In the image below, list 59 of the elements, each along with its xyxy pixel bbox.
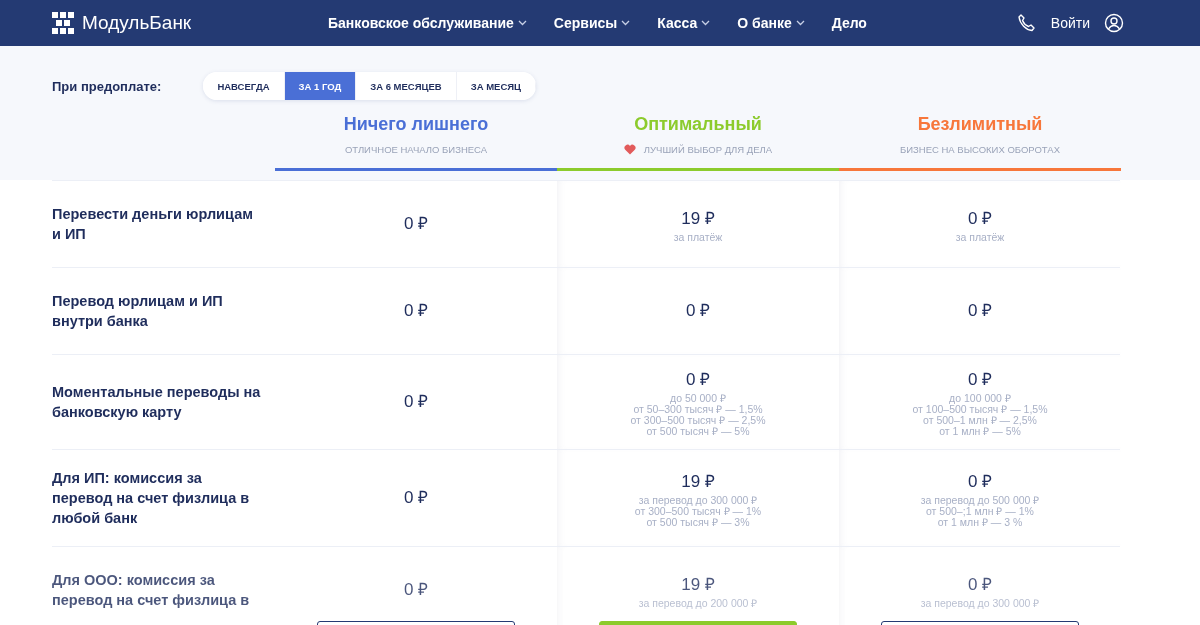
row-label: Для ООО: комиссия за перевод на счет физлица в <box>52 571 251 610</box>
plan-subtitle: БИЗНЕС НА ВЫСОКИХ ОБОРОТАХ <box>899 144 1060 155</box>
price: 19 ₽ <box>681 207 715 229</box>
price-note: до 50 000 ₽ <box>670 393 726 404</box>
prepay-label: При предоплате: <box>52 78 162 94</box>
nav-link[interactable]: Касса <box>657 15 711 31</box>
row-label: Перевести деньги юрлицам и ИП <box>52 205 254 244</box>
row-label: Для ИП: комиссия за перевод на счет физлица в любой банк <box>52 469 251 528</box>
price-note: за перевод до 300 000 ₽ <box>638 494 758 506</box>
user-icon[interactable] <box>1104 13 1124 33</box>
price-note: от 50–300 тысяч ₽ — 1,5% <box>633 404 763 415</box>
period-tab[interactable]: ЗА МЕСЯЦ <box>456 72 537 100</box>
price-note: от 500–;1 млн ₽ — 1% <box>926 505 1034 517</box>
nav-link[interactable]: Дело <box>831 15 867 31</box>
price: 0 ₽ <box>403 391 429 412</box>
price-note: за перевод до 300 000 ₽ <box>920 597 1040 609</box>
logo-icon <box>52 12 74 34</box>
price-note: за платёж <box>673 231 723 243</box>
price-note: от 500–1 млн ₽ — 2,5% <box>923 415 1037 426</box>
price-note: от 1 млн ₽ — 3 % <box>937 516 1023 528</box>
nav-link[interactable]: О банке <box>737 15 805 31</box>
price-note: до 100 000 ₽ <box>949 393 1011 404</box>
phone-icon[interactable] <box>1016 13 1037 33</box>
row-label: Перевод юрлицам и ИП внутри банка <box>52 292 224 331</box>
price-note: от 300–500 тысяч ₽ — 2,5% <box>630 415 766 426</box>
row-label: Моментальные переводы на банковскую карту <box>52 383 262 422</box>
price: 0 ₽ <box>685 300 711 321</box>
period-tab[interactable]: НАВСЕГДА <box>203 72 285 100</box>
price: 0 ₽ <box>403 487 429 508</box>
price-note: за платёж <box>955 231 1005 243</box>
nav-link[interactable]: Банковское обслуживание <box>328 15 527 31</box>
price-note: от 500 тысяч ₽ — 5% <box>646 426 750 437</box>
price: 0 ₽ <box>967 300 993 321</box>
plan-subtitle: ЛУЧШИЙ ВЫБОР ДЛЯ ДЕЛА <box>643 144 773 155</box>
plan-subtitle: ОТЛИЧНОЕ НАЧАЛО БИЗНЕСА <box>344 144 488 155</box>
price-note: от 100–500 тысяч ₽ — 1,5% <box>912 404 1048 415</box>
plan-name: Оптимальный <box>634 114 762 135</box>
logo-text[interactable]: МодульБанк <box>82 12 192 34</box>
price: 0 ₽ <box>685 369 711 390</box>
price: 0 ₽ <box>403 213 429 234</box>
price-note: от 300–500 тысяч ₽ — 1% <box>634 505 762 517</box>
plan-name: Ничего лишнего <box>343 114 489 135</box>
period-tab[interactable]: ЗА 6 МЕСЯЦЕВ <box>356 72 457 100</box>
price: 0 ₽ <box>967 573 993 595</box>
login-link[interactable]: Войти <box>1050 15 1090 31</box>
price-note: за перевод до 500 000 ₽ <box>920 494 1040 506</box>
price-note: за перевод до 200 000 ₽ <box>638 597 758 609</box>
price: 0 ₽ <box>403 579 429 600</box>
plan-name: Безлимитный <box>917 114 1043 135</box>
period-tab[interactable]: ЗА 1 ГОД <box>284 72 357 100</box>
price: 19 ₽ <box>681 470 715 492</box>
price-note: от 1 млн ₽ — 5% <box>939 426 1021 437</box>
price: 0 ₽ <box>403 300 429 321</box>
price: 0 ₽ <box>967 369 993 390</box>
price: 19 ₽ <box>681 573 715 595</box>
price-note: от 500 тысяч ₽ — 3% <box>646 516 750 528</box>
nav-link[interactable]: Сервисы <box>553 15 631 31</box>
price: 0 ₽ <box>967 207 993 229</box>
price: 0 ₽ <box>967 470 993 492</box>
